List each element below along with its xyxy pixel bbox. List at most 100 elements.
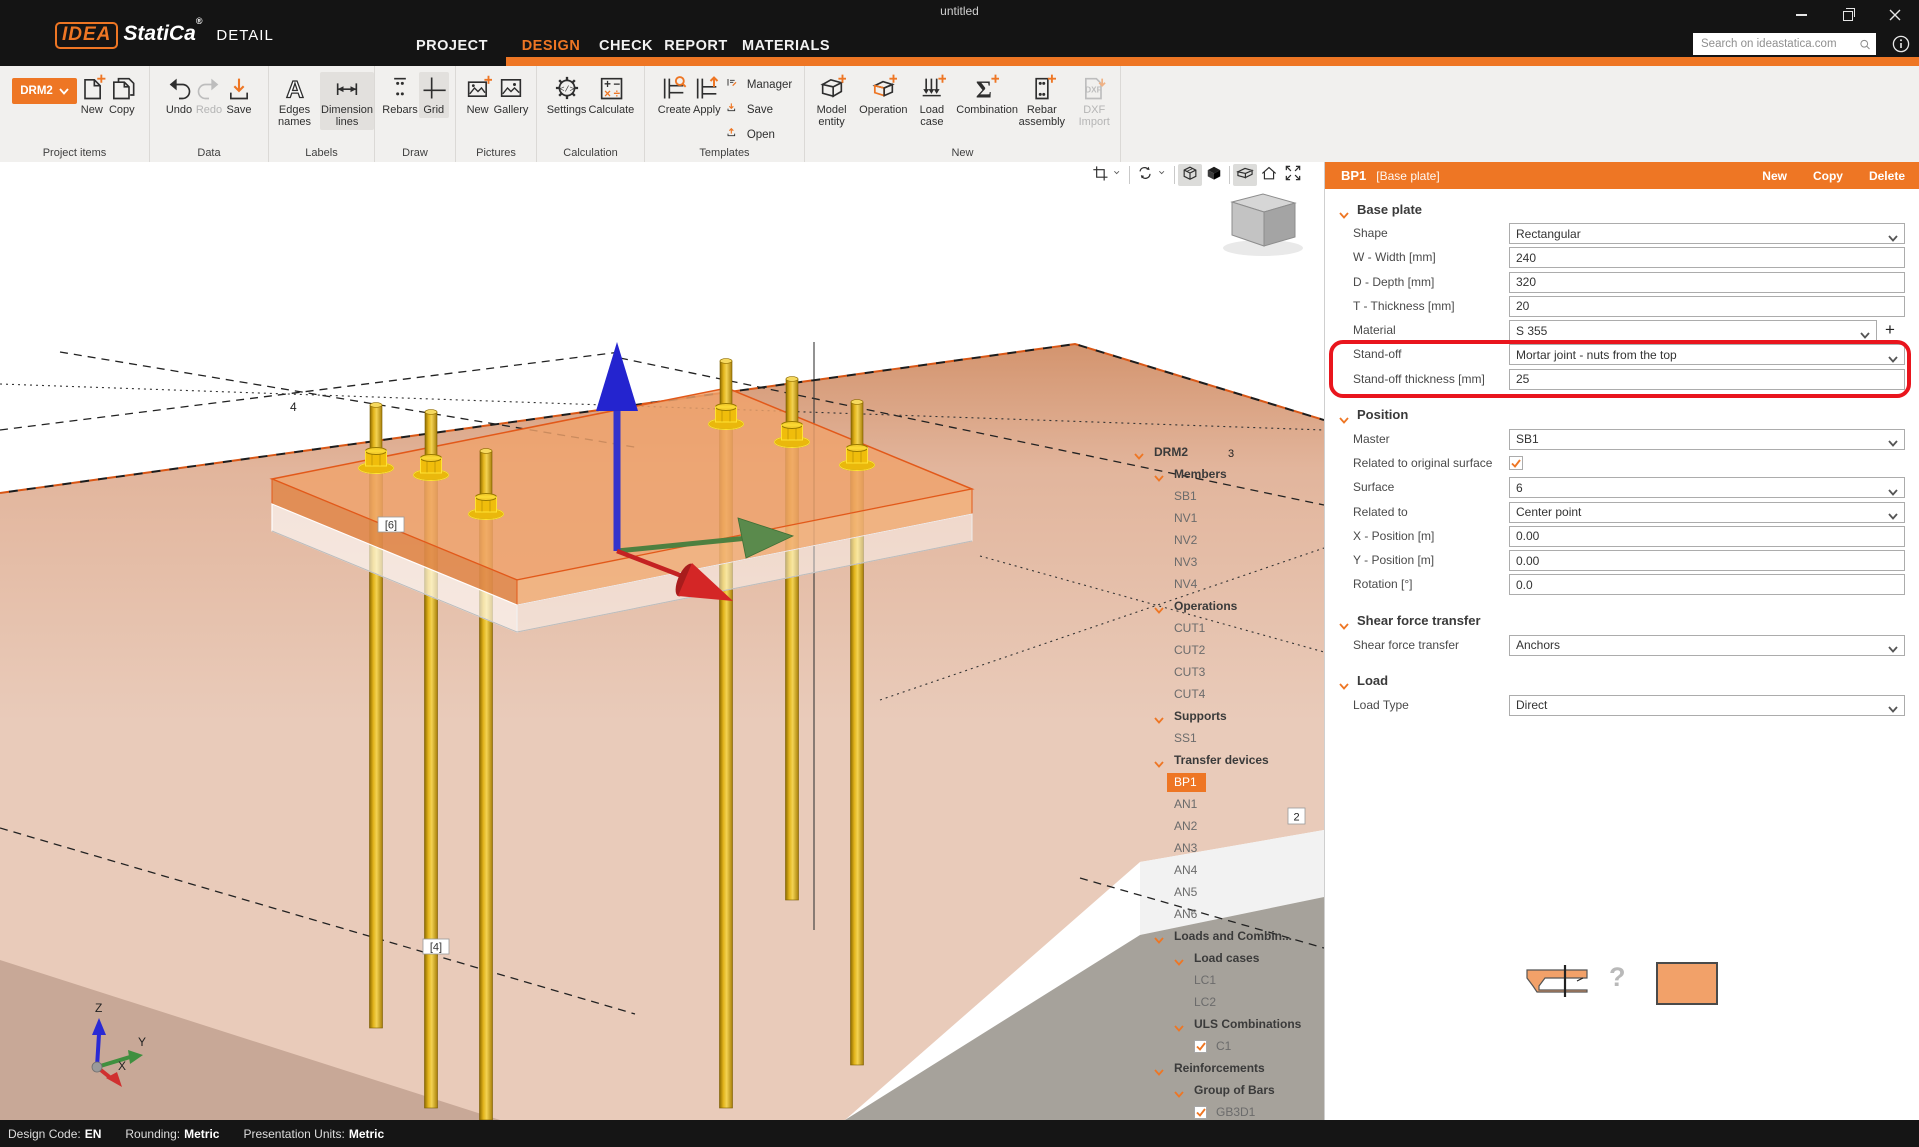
dimension-lines-button[interactable]: Dimension lines (320, 72, 374, 130)
property-dropdown[interactable]: Anchors (1509, 635, 1905, 656)
info-button[interactable] (1892, 35, 1910, 53)
property-dropdown[interactable]: 6 (1509, 477, 1905, 498)
create-template-button[interactable]: Create (657, 72, 692, 118)
tree-item-an5[interactable]: AN5 (1134, 881, 1301, 903)
chevron-down-icon[interactable] (1154, 713, 1164, 720)
gallery-button[interactable]: Gallery (493, 72, 530, 118)
chevron-down-icon[interactable] (1134, 449, 1144, 456)
new-picture-button[interactable]: New (463, 72, 493, 118)
property-input[interactable]: 320 (1509, 272, 1905, 293)
tree-item-an3[interactable]: AN3 (1134, 837, 1301, 859)
property-input[interactable]: 0.0 (1509, 574, 1905, 595)
tree-item-lc2[interactable]: LC2 (1134, 991, 1301, 1013)
search-input[interactable] (1693, 38, 1859, 50)
combination-button[interactable]: Σ Combination (955, 72, 1015, 118)
tree-checkbox[interactable] (1194, 1106, 1207, 1119)
search-icon[interactable] (1859, 37, 1871, 52)
section-crop-caret-button[interactable] (1112, 164, 1126, 186)
tree-item-nv4[interactable]: NV4 (1134, 573, 1301, 595)
tab-check[interactable]: CHECK (599, 38, 653, 54)
panel-copy-button[interactable]: Copy (1813, 169, 1843, 183)
chevron-down-icon[interactable] (1154, 933, 1164, 940)
tree-item-bp1[interactable]: BP1 (1134, 771, 1301, 793)
operation-button[interactable]: Operation (858, 72, 908, 118)
edges-names-button[interactable]: A Edges names (269, 72, 320, 130)
apply-template-button[interactable]: Apply (692, 72, 722, 118)
tree-item-nv3[interactable]: NV3 (1134, 551, 1301, 573)
tree-item-lc1[interactable]: LC1 (1134, 969, 1301, 991)
view-cube[interactable] (1218, 190, 1308, 260)
tree-item-ss1[interactable]: SS1 (1134, 727, 1301, 749)
property-input[interactable]: 240 (1509, 247, 1905, 268)
tab-project[interactable]: PROJECT (416, 38, 488, 54)
property-checkbox[interactable] (1509, 456, 1523, 470)
property-dropdown[interactable]: Direct (1509, 695, 1905, 716)
property-input[interactable]: 0.00 (1509, 550, 1905, 571)
tree-item-an6[interactable]: AN6 (1134, 903, 1301, 925)
settings-button[interactable]: </> Settings (546, 72, 588, 118)
template-save-button[interactable]: Save (726, 101, 792, 119)
tree-item-operations[interactable]: Operations (1134, 595, 1301, 617)
panel-delete-button[interactable]: Delete (1869, 169, 1905, 183)
section-shear-force-transfer[interactable]: Shear force transfer (1339, 608, 1481, 634)
tree-item-nv2[interactable]: NV2 (1134, 529, 1301, 551)
section-base-plate[interactable]: Base plate (1339, 196, 1422, 222)
wireframe-view-button[interactable] (1178, 164, 1202, 186)
tree-item-drm2[interactable]: DRM2 (1134, 441, 1301, 463)
tree-item-sb1[interactable]: SB1 (1134, 485, 1301, 507)
tree-item-cut4[interactable]: CUT4 (1134, 683, 1301, 705)
tree-item-c1[interactable]: C1 (1134, 1035, 1301, 1057)
tree-item-nv1[interactable]: NV1 (1134, 507, 1301, 529)
chevron-down-icon[interactable] (1174, 955, 1184, 962)
maximize-button[interactable] (1833, 6, 1863, 24)
tab-report[interactable]: REPORT (664, 38, 727, 54)
section-position[interactable]: Position (1339, 402, 1408, 428)
add-material-button[interactable]: + (1885, 320, 1895, 340)
chevron-down-icon[interactable] (1174, 1021, 1184, 1028)
project-selector-dropdown[interactable]: DRM2 (12, 78, 77, 104)
undo-button[interactable]: Undo (164, 72, 194, 118)
chevron-down-icon[interactable] (1174, 1087, 1184, 1094)
tree-item-cut3[interactable]: CUT3 (1134, 661, 1301, 683)
tab-materials[interactable]: MATERIALS (742, 38, 830, 54)
save-button[interactable]: Save (224, 72, 254, 118)
tree-item-loads-and-combin-[interactable]: Loads and Combin... (1134, 925, 1301, 947)
tree-item-members[interactable]: Members (1134, 463, 1301, 485)
clip-view-button[interactable] (1233, 164, 1257, 186)
template-manager-button[interactable]: Manager (726, 76, 792, 94)
property-dropdown[interactable]: Mortar joint - nuts from the top (1509, 344, 1905, 365)
property-input[interactable]: 0.00 (1509, 526, 1905, 547)
property-dropdown[interactable]: Center point (1509, 502, 1905, 523)
tree-item-load-cases[interactable]: Load cases (1134, 947, 1301, 969)
chevron-down-icon[interactable] (1154, 1065, 1164, 1072)
tree-checkbox[interactable] (1194, 1040, 1207, 1053)
home-view-button[interactable] (1257, 164, 1281, 186)
close-button[interactable] (1880, 6, 1910, 24)
rebars-button[interactable]: Rebars (381, 72, 418, 118)
tree-item-gb3d1[interactable]: GB3D1 (1134, 1101, 1301, 1120)
rebar-assembly-button[interactable]: Rebar assembly (1015, 72, 1068, 130)
property-input[interactable]: 20 (1509, 296, 1905, 317)
chevron-down-icon[interactable] (1154, 603, 1164, 610)
property-dropdown[interactable]: S 355 (1509, 320, 1877, 341)
load-case-button[interactable]: Load case (908, 72, 955, 130)
tree-item-uls-combinations[interactable]: ULS Combinations (1134, 1013, 1301, 1035)
new-project-item-button[interactable]: New (77, 72, 107, 118)
solid-view-button[interactable] (1202, 164, 1226, 186)
rotate-view-button[interactable] (1133, 164, 1157, 186)
model-viewport[interactable]: [6][4]432ZYX DRM2MembersSB1NV1NV2NV3NV4O… (0, 162, 1324, 1120)
property-dropdown[interactable]: Rectangular (1509, 223, 1905, 244)
model-entity-button[interactable]: Model entity (805, 72, 858, 130)
chevron-down-icon[interactable] (1154, 471, 1164, 478)
calculate-button[interactable]: +−×÷ Calculate (587, 72, 635, 118)
tree-item-group-of-bars[interactable]: Group of Bars (1134, 1079, 1301, 1101)
tree-item-cut2[interactable]: CUT2 (1134, 639, 1301, 661)
section-crop-button[interactable] (1088, 164, 1112, 186)
fit-view-button[interactable] (1281, 164, 1305, 186)
copy-project-item-button[interactable]: Copy (107, 72, 137, 118)
chevron-down-icon[interactable] (1154, 757, 1164, 764)
tree-item-supports[interactable]: Supports (1134, 705, 1301, 727)
property-input[interactable]: 25 (1509, 369, 1905, 390)
minimize-button[interactable] (1786, 6, 1816, 24)
property-dropdown[interactable]: SB1 (1509, 429, 1905, 450)
